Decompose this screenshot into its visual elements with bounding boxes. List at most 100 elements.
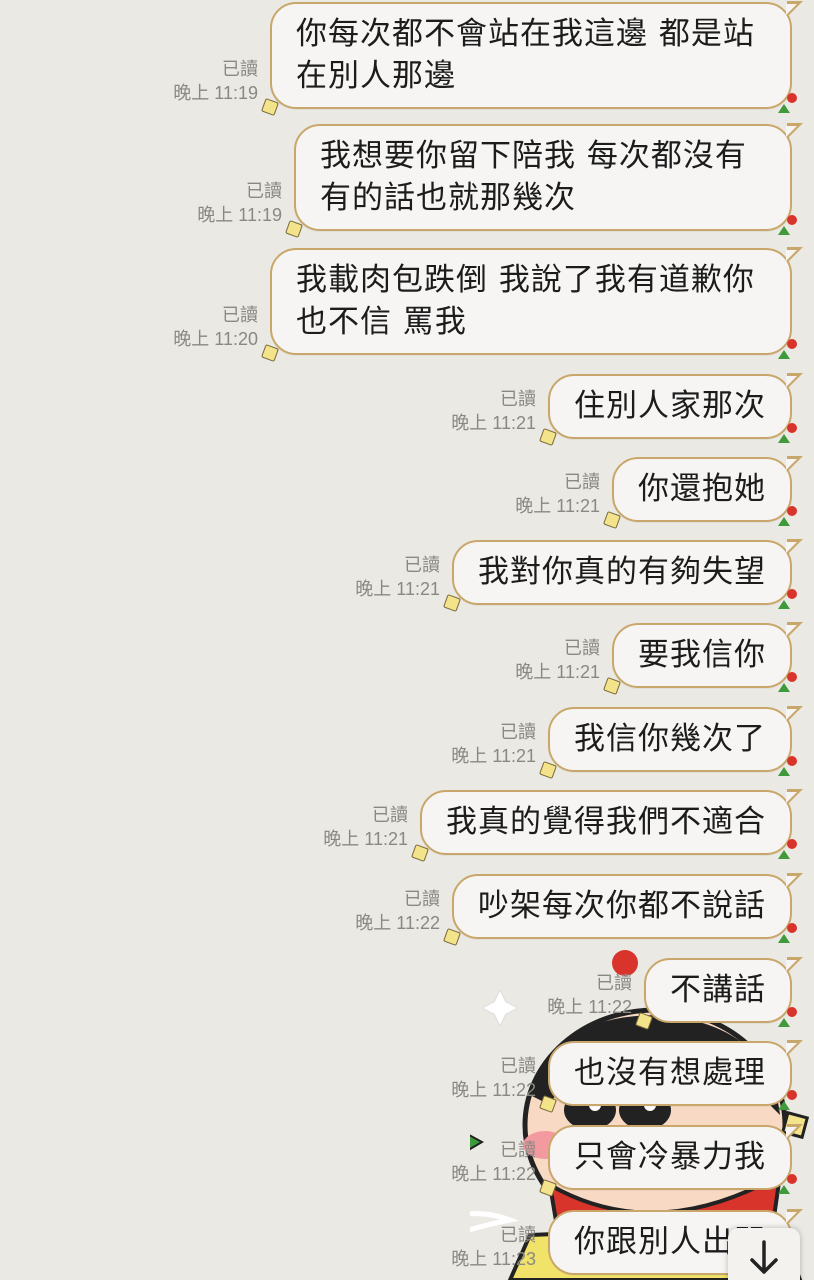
yellow-square-icon bbox=[603, 511, 621, 529]
message-row: 已讀 晚上 11:21 你還抱她 bbox=[515, 456, 803, 529]
yellow-square-icon bbox=[285, 220, 303, 238]
message-text: 你每次都不會站在我這邊 都是站在別人那邊 bbox=[296, 16, 755, 94]
message-bubble[interactable]: 住別人家那次 bbox=[539, 373, 803, 446]
red-dot-icon bbox=[787, 1174, 797, 1184]
message-meta: 已讀 晚上 11:21 bbox=[323, 803, 408, 851]
message-bubble[interactable]: 你每次都不會站在我這邊 都是站在別人那邊 bbox=[261, 1, 803, 116]
green-triangle-icon bbox=[778, 1018, 790, 1027]
message-meta: 已讀 晚上 11:21 bbox=[515, 636, 600, 684]
message-meta: 已讀 晚上 11:22 bbox=[451, 1138, 536, 1186]
message-time: 晚上 11:21 bbox=[323, 829, 408, 849]
arrow-down-icon bbox=[750, 1240, 778, 1274]
red-dot-icon bbox=[787, 506, 797, 516]
red-dot-icon bbox=[787, 1090, 797, 1100]
scroll-to-bottom-button[interactable] bbox=[728, 1228, 800, 1280]
green-triangle-icon bbox=[778, 1185, 790, 1194]
message-bubble[interactable]: 要我信你 bbox=[603, 622, 803, 695]
message-text: 只會冷暴力我 bbox=[574, 1139, 766, 1175]
message-text: 我對你真的有夠失望 bbox=[478, 554, 766, 590]
message-meta: 已讀 晚上 11:21 bbox=[515, 470, 600, 518]
message-bubble[interactable]: 也沒有想處理 bbox=[539, 1040, 803, 1113]
red-dot-icon bbox=[787, 672, 797, 682]
message-time: 晚上 11:22 bbox=[547, 997, 632, 1017]
read-receipt: 已讀 bbox=[564, 472, 600, 492]
message-text: 我載肉包跌倒 我說了我有道歉你也不信 罵我 bbox=[296, 262, 755, 340]
bubble-tail bbox=[786, 873, 803, 889]
read-receipt: 已讀 bbox=[246, 181, 282, 201]
read-receipt: 已讀 bbox=[222, 59, 258, 79]
message-meta: 已讀 晚上 11:21 bbox=[451, 720, 536, 768]
message-text: 我想要你留下陪我 每次都沒有有的話也就那幾次 bbox=[320, 138, 747, 216]
message-row: 已讀 晚上 11:22 只會冷暴力我 bbox=[451, 1124, 803, 1197]
message-bubble[interactable]: 我想要你留下陪我 每次都沒有有的話也就那幾次 bbox=[285, 123, 803, 238]
green-triangle-icon bbox=[778, 767, 790, 776]
message-row: 已讀 晚上 11:21 我信你幾次了 bbox=[451, 706, 803, 779]
message-text: 也沒有想處理 bbox=[574, 1055, 766, 1091]
message-text: 要我信你 bbox=[638, 637, 766, 673]
read-receipt: 已讀 bbox=[404, 555, 440, 575]
message-bubble[interactable]: 不講話 bbox=[635, 957, 803, 1030]
message-row: 已讀 晚上 11:22 不講話 bbox=[547, 957, 803, 1030]
read-receipt: 已讀 bbox=[596, 973, 632, 993]
read-receipt: 已讀 bbox=[500, 1225, 536, 1245]
read-receipt: 已讀 bbox=[500, 1140, 536, 1160]
message-row: 已讀 晚上 11:19 我想要你留下陪我 每次都沒有有的話也就那幾次 bbox=[197, 123, 803, 238]
yellow-square-icon bbox=[539, 428, 557, 446]
chat-area[interactable]: 已讀 晚上 11:19 你每次都不會站在我這邊 都是站在別人那邊 已讀 晚上 1… bbox=[0, 0, 814, 1280]
bubble-tail bbox=[786, 247, 803, 263]
message-row: 已讀 晚上 11:21 我真的覺得我們不適合 bbox=[323, 789, 803, 862]
green-triangle-icon bbox=[778, 850, 790, 859]
bubble-tail bbox=[786, 1209, 803, 1225]
message-time: 晚上 11:19 bbox=[197, 205, 282, 225]
yellow-square-icon bbox=[411, 844, 429, 862]
bubble-tail bbox=[786, 1, 803, 17]
message-row: 已讀 晚上 11:21 我對你真的有夠失望 bbox=[355, 539, 803, 612]
message-bubble[interactable]: 我真的覺得我們不適合 bbox=[411, 789, 803, 862]
message-meta: 已讀 晚上 11:21 bbox=[451, 387, 536, 435]
message-row: 已讀 晚上 11:21 住別人家那次 bbox=[451, 373, 803, 446]
red-dot-icon bbox=[787, 1007, 797, 1017]
message-row: 已讀 晚上 11:19 你每次都不會站在我這邊 都是站在別人那邊 bbox=[173, 1, 803, 116]
message-bubble[interactable]: 我載肉包跌倒 我說了我有道歉你也不信 罵我 bbox=[261, 247, 803, 362]
bubble-tail bbox=[786, 456, 803, 472]
message-meta: 已讀 晚上 11:22 bbox=[547, 971, 632, 1019]
message-text: 我信你幾次了 bbox=[574, 721, 766, 757]
message-time: 晚上 11:22 bbox=[355, 913, 440, 933]
red-dot-icon bbox=[787, 339, 797, 349]
read-receipt: 已讀 bbox=[404, 889, 440, 909]
message-text: 你還抱她 bbox=[638, 471, 766, 507]
message-bubble[interactable]: 只會冷暴力我 bbox=[539, 1124, 803, 1197]
red-dot-icon bbox=[787, 923, 797, 933]
message-time: 晚上 11:21 bbox=[355, 579, 440, 599]
yellow-square-icon bbox=[261, 98, 279, 116]
bubble-tail bbox=[786, 1040, 803, 1056]
message-bubble[interactable]: 吵架每次你都不說話 bbox=[443, 873, 803, 946]
message-time: 晚上 11:21 bbox=[515, 496, 600, 516]
message-bubble[interactable]: 你還抱她 bbox=[603, 456, 803, 529]
green-triangle-icon bbox=[778, 104, 790, 113]
green-triangle-icon bbox=[778, 517, 790, 526]
bubble-tail bbox=[786, 622, 803, 638]
message-bubble[interactable]: 我信你幾次了 bbox=[539, 706, 803, 779]
bubble-tail bbox=[786, 957, 803, 973]
green-triangle-icon bbox=[778, 934, 790, 943]
read-receipt: 已讀 bbox=[500, 389, 536, 409]
red-dot-icon bbox=[787, 756, 797, 766]
read-receipt: 已讀 bbox=[222, 305, 258, 325]
read-receipt: 已讀 bbox=[500, 722, 536, 742]
message-bubble[interactable]: 我對你真的有夠失望 bbox=[443, 539, 803, 612]
message-meta: 已讀 晚上 11:23 bbox=[451, 1223, 536, 1271]
message-row: 已讀 晚上 11:22 吵架每次你都不說話 bbox=[355, 873, 803, 946]
message-time: 晚上 11:21 bbox=[451, 746, 536, 766]
message-text: 不講話 bbox=[670, 972, 766, 1008]
message-time: 晚上 11:21 bbox=[515, 662, 600, 682]
green-triangle-icon bbox=[778, 1101, 790, 1110]
bubble-tail bbox=[786, 123, 803, 139]
message-time: 晚上 11:22 bbox=[451, 1080, 536, 1100]
bubble-tail bbox=[786, 373, 803, 389]
message-time: 晚上 11:19 bbox=[173, 83, 258, 103]
message-time: 晚上 11:21 bbox=[451, 413, 536, 433]
message-meta: 已讀 晚上 11:19 bbox=[173, 57, 258, 105]
message-row: 已讀 晚上 11:20 我載肉包跌倒 我說了我有道歉你也不信 罵我 bbox=[173, 247, 803, 362]
bubble-tail bbox=[786, 539, 803, 555]
